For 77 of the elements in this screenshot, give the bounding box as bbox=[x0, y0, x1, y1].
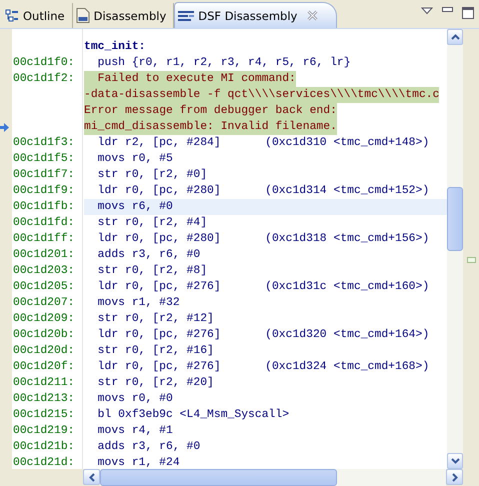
target-comment: (0xc1d320 <tmc_cmd+164>) bbox=[265, 328, 430, 343]
address: 00c1d1f9: bbox=[12, 185, 76, 197]
address: 00c1d1f3: bbox=[12, 137, 76, 149]
view-tab[interactable]: DSF Disassembly bbox=[174, 2, 338, 28]
close-icon[interactable] bbox=[307, 10, 318, 21]
instruction: push {r0, r1, r2, r3, r4, r5, r6, lr} bbox=[96, 56, 351, 71]
instruction: str r0, [r2, #4] bbox=[96, 216, 208, 231]
instruction: str r0, [r2, #16] bbox=[96, 344, 215, 359]
target-comment: (0xc1d310 <tmc_cmd+148>) bbox=[265, 136, 430, 151]
instruction: ldr r0, [pc, #276] bbox=[96, 328, 222, 343]
error-message: Error message from debugger back end: bbox=[84, 103, 337, 119]
address: 00c1d211: bbox=[12, 377, 76, 389]
address: 00c1d1fb: bbox=[12, 201, 76, 213]
target-comment: (0xc1d324 <tmc_cmd+168>) bbox=[265, 360, 430, 375]
text-lines-icon bbox=[178, 10, 194, 22]
minimize-icon[interactable] bbox=[442, 7, 453, 13]
address: 00c1d205: bbox=[12, 281, 76, 293]
outline-icon bbox=[5, 8, 19, 22]
scroll-left-button[interactable] bbox=[83, 469, 100, 485]
instruction: ldr r0, [pc, #276] bbox=[96, 360, 222, 375]
instruction: movs r1, #24 bbox=[96, 456, 181, 469]
address: 00c1d213: bbox=[12, 393, 76, 405]
address: 00c1d1f7: bbox=[12, 169, 76, 181]
instruction: bl 0xf3eb9c <L4_Msm_Syscall> bbox=[96, 408, 290, 423]
instruction: str r0, [r2, #0] bbox=[96, 168, 208, 183]
address: 00c1d207: bbox=[12, 297, 76, 309]
error-message: mi_cmd_disassemble: Invalid filename. bbox=[84, 119, 337, 135]
view-tab[interactable]: Disassembly bbox=[72, 3, 174, 28]
target-comment: (0xc1d318 <tmc_cmd+156>) bbox=[265, 232, 430, 247]
chevron-left-icon bbox=[88, 472, 94, 482]
scroll-right-button[interactable] bbox=[446, 469, 463, 485]
instruction: movs r0, #5 bbox=[96, 152, 174, 167]
instruction: str r0, [r2, #8] bbox=[96, 264, 208, 279]
chevron-up-icon bbox=[450, 34, 460, 40]
address: 00c1d20d: bbox=[12, 345, 76, 357]
instruction: ldr r2, [pc, #284] bbox=[96, 136, 222, 151]
address: 00c1d1ff: bbox=[12, 233, 76, 245]
instruction: movs r0, #0 bbox=[96, 392, 174, 407]
address: 00c1d20f: bbox=[12, 361, 76, 373]
instruction: ldr r0, [pc, #280] bbox=[96, 184, 222, 199]
address: 00c1d20b: bbox=[12, 329, 76, 341]
target-comment: (0xc1d314 <tmc_cmd+152>) bbox=[265, 184, 430, 199]
instruction: str r0, [r2, #12] bbox=[96, 312, 215, 327]
overview-marker[interactable] bbox=[467, 257, 476, 263]
scroll-down-button[interactable] bbox=[447, 453, 463, 469]
address: 00c1d1f0: bbox=[12, 57, 76, 69]
error-message: -data-disassemble -f qct\\\\services\\\\tmc\\\\tmc.c bbox=[84, 87, 440, 103]
address: 00c1d1f5: bbox=[12, 153, 76, 165]
address: 00c1d201: bbox=[12, 249, 76, 261]
scroll-up-button[interactable] bbox=[447, 29, 463, 45]
address: 00c1d219: bbox=[12, 425, 76, 437]
error-message: Failed to execute MI command: bbox=[84, 71, 296, 87]
address: 00c1d209: bbox=[12, 313, 76, 325]
scrollbar-thumb[interactable] bbox=[447, 187, 463, 251]
instruction: ldr r0, [pc, #276] bbox=[96, 280, 222, 295]
instruction: adds r3, r6, #0 bbox=[96, 248, 202, 263]
address: 00c1d21d: bbox=[12, 457, 76, 469]
view-tab[interactable]: Outline bbox=[2, 3, 73, 28]
function-label: tmc_init: bbox=[84, 40, 147, 55]
instruction: movs r4, #1 bbox=[96, 424, 174, 439]
address: 00c1d21b: bbox=[12, 441, 76, 453]
document-icon bbox=[76, 8, 90, 23]
scrollbar-thumb[interactable] bbox=[100, 469, 337, 486]
maximize-icon[interactable] bbox=[462, 7, 474, 19]
address: 00c1d1f2: bbox=[12, 72, 76, 87]
target-comment: (0xc1d31c <tmc_cmd+160>) bbox=[265, 280, 430, 295]
address: 00c1d215: bbox=[12, 409, 76, 421]
address: 00c1d203: bbox=[12, 265, 76, 277]
view-menu-icon[interactable] bbox=[421, 7, 433, 15]
instruction: ldr r0, [pc, #280] bbox=[96, 232, 222, 247]
address: 00c1d1fd: bbox=[12, 217, 76, 229]
instruction: adds r3, r6, #0 bbox=[96, 440, 202, 455]
instruction: str r0, [r2, #20] bbox=[96, 376, 215, 391]
instruction: movs r1, #32 bbox=[96, 296, 181, 311]
chevron-right-icon bbox=[452, 472, 458, 482]
instruction: movs r6, #0 bbox=[96, 200, 174, 215]
chevron-down-icon bbox=[450, 458, 460, 464]
